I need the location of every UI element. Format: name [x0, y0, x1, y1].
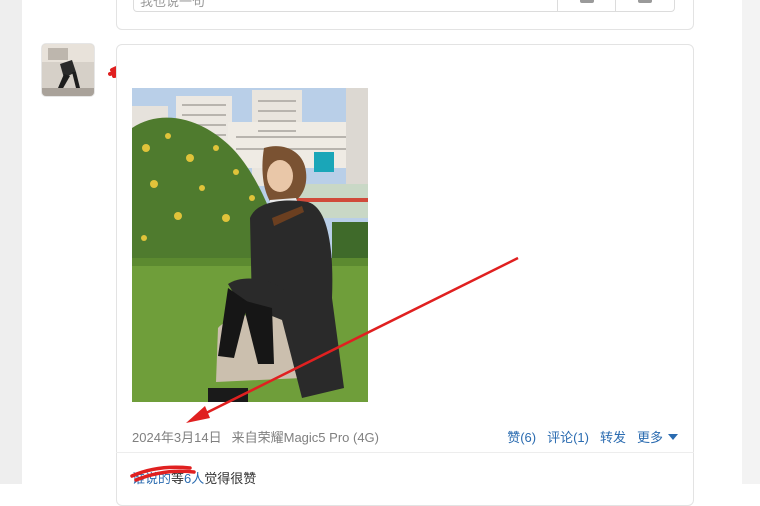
left-rail [0, 0, 22, 484]
likes-summary: 谁说的等6人觉得很赞 [132, 468, 256, 487]
post-source: 来自荣耀Magic5 Pro (4G) [231, 430, 379, 445]
emoji-icon [580, 0, 594, 3]
post-meta: 2024年3月14日 来自荣耀Magic5 Pro (4G) [132, 427, 389, 446]
right-scrollbar-track[interactable] [742, 0, 760, 484]
post-actions: 赞(6) 评论(1) 转发 更多 [507, 427, 678, 446]
post-photo-image [132, 88, 368, 402]
image-icon [638, 0, 652, 3]
avatar[interactable] [42, 44, 94, 96]
like-button[interactable]: 赞(6) [507, 427, 536, 446]
image-button[interactable] [615, 0, 674, 11]
avatar-photo [42, 44, 94, 96]
previous-post-card: 我也说一句 [116, 0, 694, 30]
share-button[interactable]: 转发 [600, 427, 626, 446]
divider [116, 452, 694, 453]
comment-input[interactable]: 我也说一句 [133, 0, 675, 12]
more-label: 更多 [636, 430, 663, 445]
emoji-button[interactable] [557, 0, 616, 11]
more-menu-button[interactable]: 更多 [637, 427, 678, 446]
post-date: 2024年3月14日 [132, 430, 222, 445]
comment-input-placeholder: 我也说一句 [140, 0, 206, 9]
post-photo[interactable] [132, 88, 368, 402]
comment-button[interactable]: 评论(1) [547, 427, 589, 446]
chevron-down-icon [668, 433, 678, 440]
